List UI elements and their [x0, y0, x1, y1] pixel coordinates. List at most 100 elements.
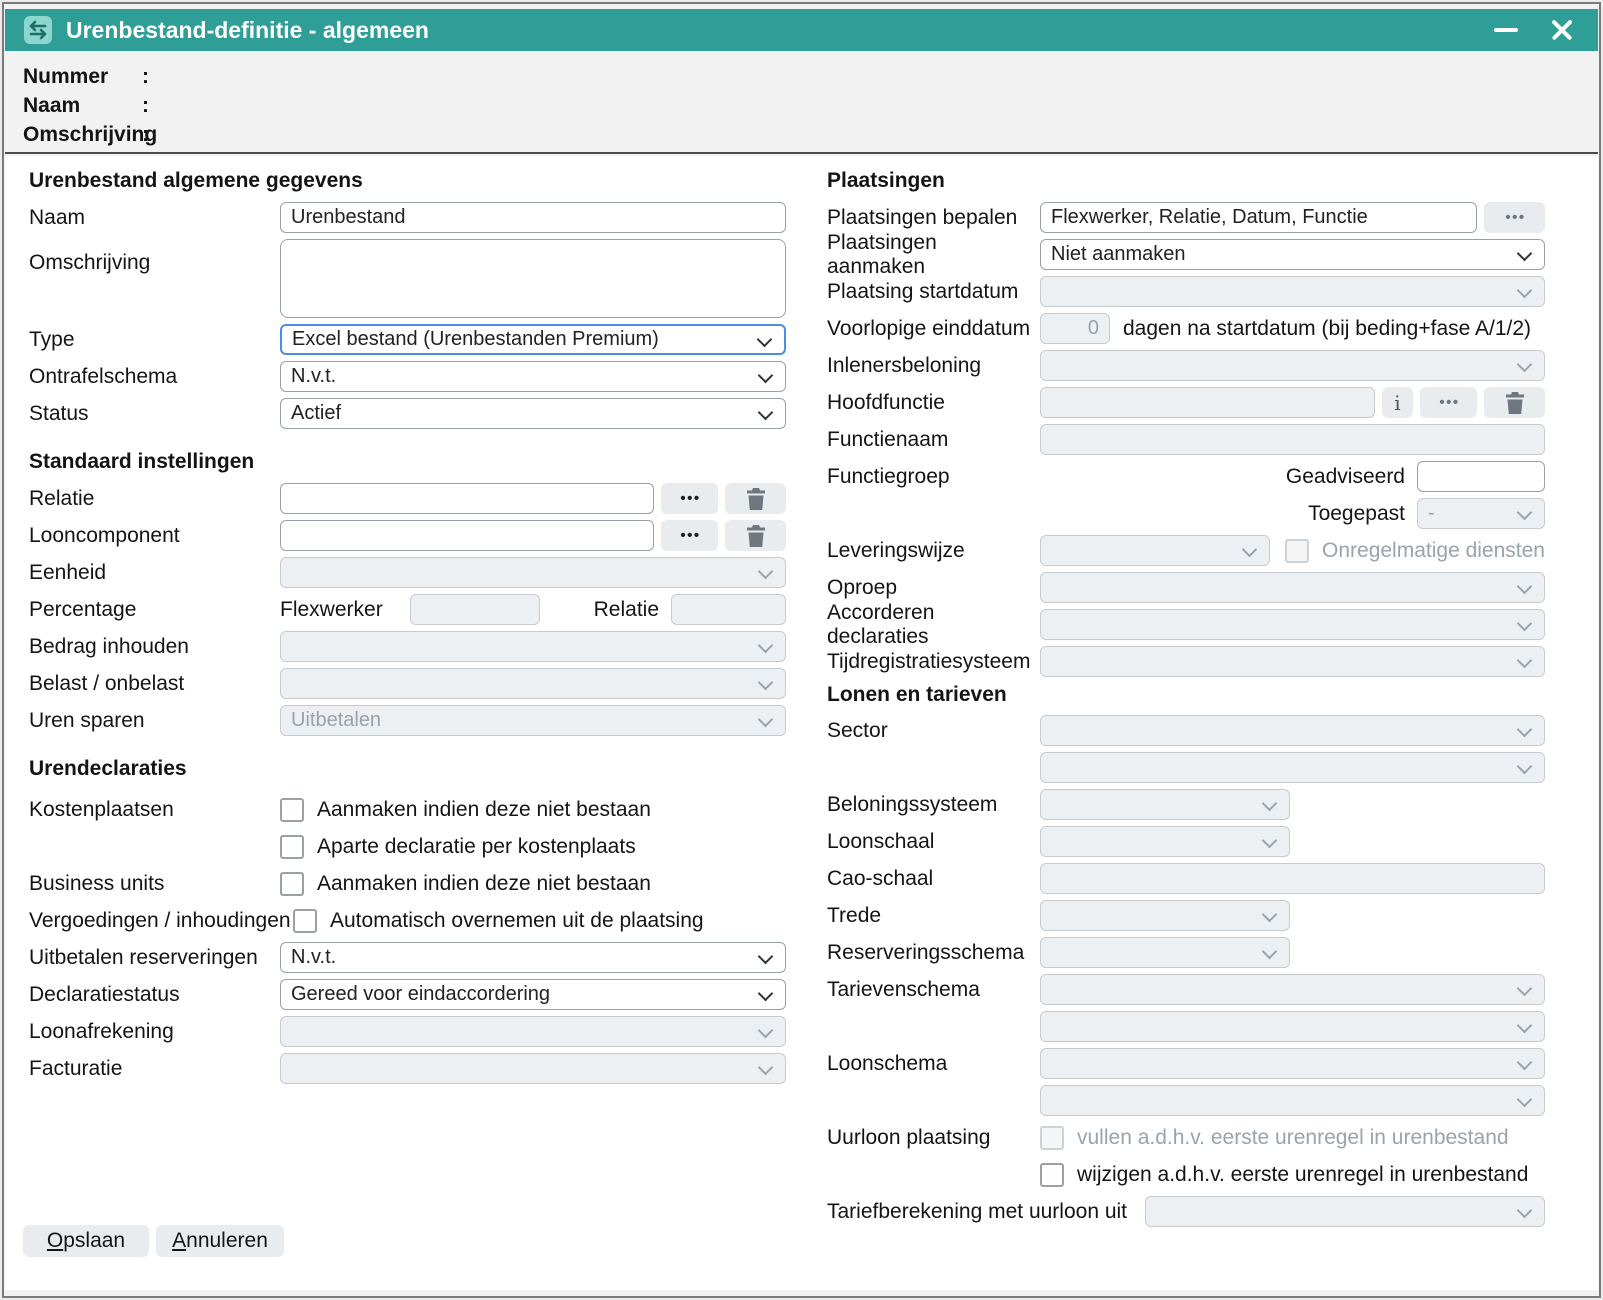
chevron-down-icon [1517, 981, 1533, 997]
status-label: Status [29, 402, 280, 426]
chevron-down-icon [1517, 1092, 1533, 1108]
omschrijving-textarea[interactable] [280, 239, 786, 318]
leveringswijze-label: Leveringswijze [827, 539, 1040, 563]
row-uurloon-plaatsing-1: Uurloon plaatsing vullen a.d.h.v. eerste… [827, 1122, 1545, 1153]
row-trede: Trede [827, 900, 1545, 931]
close-button[interactable] [1544, 12, 1580, 48]
hoofdfunctie-delete-button[interactable] [1484, 387, 1545, 418]
row-loonschema-1: Loonschema [827, 1048, 1545, 1079]
looncomponent-delete-button[interactable] [725, 520, 786, 551]
cancel-button[interactable]: Annuleren [156, 1225, 284, 1257]
naam-input[interactable] [280, 202, 786, 233]
plaatsingen-aanmaken-select[interactable]: Niet aanmaken [1040, 239, 1545, 270]
uurloon-wijzigen-checkbox[interactable] [1040, 1163, 1064, 1187]
row-tarievenschema-2 [827, 1011, 1545, 1042]
omschrijving-label: Omschrijving [29, 239, 280, 275]
vergoedingen-overnemen-checkbox[interactable] [293, 909, 317, 933]
dialog-window: Urenbestand-definitie - algemeen Nummer … [2, 2, 1601, 1298]
toegepast-label: Toegepast [1308, 502, 1405, 526]
chevron-down-icon [1517, 1203, 1533, 1219]
vergoedingen-label: Vergoedingen / inhoudingen [29, 909, 293, 933]
chevron-down-icon [1517, 653, 1533, 669]
chevron-down-icon [1517, 505, 1533, 521]
belast-onbelast-label: Belast / onbelast [29, 672, 280, 696]
relatie-input[interactable] [280, 483, 654, 514]
minimize-icon [1494, 28, 1518, 32]
omschrijving-header-label: Omschrijving [23, 123, 142, 147]
aparte-declaratie-checkbox[interactable] [280, 835, 304, 859]
oproep-label: Oproep [827, 576, 1040, 600]
chevron-down-icon [758, 405, 774, 421]
loonafrekening-label: Loonafrekening [29, 1020, 280, 1044]
declaratiestatus-select[interactable]: Gereed voor eindaccordering [280, 979, 786, 1010]
tarievenschema-select-2 [1040, 1011, 1545, 1042]
plaatsingen-bepalen-input[interactable] [1040, 202, 1477, 233]
eenheid-select [280, 557, 786, 588]
relatie-delete-button[interactable] [725, 483, 786, 514]
ontrafelschema-label: Ontrafelschema [29, 365, 280, 389]
chevron-down-icon [1517, 357, 1533, 373]
kostenplaatsen-label: Kostenplaatsen [29, 798, 280, 822]
chevron-down-icon [1517, 579, 1533, 595]
loonschaal-label: Loonschaal [827, 830, 1040, 854]
section-title-standaard: Standaard instellingen [29, 450, 786, 474]
uurloon-vullen-checkbox [1040, 1126, 1064, 1150]
tariefberekening-select [1145, 1196, 1545, 1227]
looncomponent-browse-button[interactable]: ••• [661, 520, 718, 551]
row-accorderen-declaraties: Accorderen declaraties [827, 609, 1545, 640]
ontrafelschema-select[interactable]: N.v.t. [280, 361, 786, 392]
window-title: Urenbestand-definitie - algemeen [66, 17, 1488, 44]
loonschema-select-2 [1040, 1085, 1545, 1116]
row-beloningssysteem: Beloningssysteem [827, 789, 1545, 820]
row-plaatsingen-bepalen: Plaatsingen bepalen ••• [827, 202, 1545, 233]
reserveringsschema-label: Reserveringsschema [827, 941, 1040, 965]
relatie-browse-button[interactable]: ••• [661, 483, 718, 514]
ellipsis-icon: ••• [1437, 395, 1459, 410]
row-naam: Naam [29, 202, 786, 233]
naam-separator: : [142, 94, 149, 118]
functiegroep-label: Functiegroep [827, 465, 1040, 489]
minimize-button[interactable] [1488, 12, 1524, 48]
uren-sparen-label: Uren sparen [29, 709, 280, 733]
chevron-down-icon [758, 712, 774, 728]
row-inlenersbeloning: Inlenersbeloning [827, 350, 1545, 381]
looncomponent-label: Looncomponent [29, 524, 280, 548]
uurloon-wijzigen-label: wijzigen a.d.h.v. eerste urenregel in ur… [1077, 1163, 1528, 1187]
row-kostenplaatsen-1: Kostenplaatsen Aanmaken indien deze niet… [29, 794, 786, 825]
eenheid-label: Eenheid [29, 561, 280, 585]
type-select[interactable]: Excel bestand (Urenbestanden Premium) [280, 324, 786, 355]
app-icon [23, 15, 53, 45]
chevron-down-icon [1242, 542, 1258, 558]
voorlopige-einddatum-suffix: dagen na startdatum (bij beding+fase A/1… [1123, 317, 1531, 341]
geadviseerd-input[interactable] [1417, 461, 1545, 492]
vergoedingen-overnemen-label: Automatisch overnemen uit de plaatsing [330, 909, 704, 933]
percentage-relatie-input [671, 594, 786, 625]
kostenplaatsen-aanmaken-checkbox[interactable] [280, 798, 304, 822]
chevron-down-icon [758, 986, 774, 1002]
row-tariefberekening: Tariefberekening met uurloon uit [827, 1196, 1545, 1227]
cao-schaal-input [1040, 863, 1545, 894]
tariefberekening-label: Tariefberekening met uurloon uit [827, 1200, 1145, 1224]
loonafrekening-select [280, 1016, 786, 1047]
plaatsingen-bepalen-browse-button[interactable]: ••• [1484, 202, 1545, 233]
row-percentage: Percentage Flexwerker Relatie [29, 594, 786, 625]
kostenplaatsen-aanmaken-label: Aanmaken indien deze niet bestaan [317, 798, 651, 822]
geadviseerd-label: Geadviseerd [1286, 465, 1405, 489]
looncomponent-input[interactable] [280, 520, 654, 551]
save-button[interactable]: Opslaan [23, 1225, 149, 1257]
plaatsingen-bepalen-label: Plaatsingen bepalen [827, 206, 1040, 230]
tarievenschema-select-1 [1040, 974, 1545, 1005]
hoofdfunctie-info-button[interactable]: i [1382, 387, 1413, 418]
status-select[interactable]: Actief [280, 398, 786, 429]
row-loonafrekening: Loonafrekening [29, 1016, 786, 1047]
naam-label: Naam [29, 206, 280, 230]
row-hoofdfunctie: Hoofdfunctie i ••• [827, 387, 1545, 418]
row-sector-1: Sector [827, 715, 1545, 746]
record-header: Nummer : Naam : Omschrijving : [5, 51, 1598, 154]
chevron-down-icon [1262, 833, 1278, 849]
reserveringsschema-select [1040, 937, 1290, 968]
uitbetalen-reserveringen-select[interactable]: N.v.t. [280, 942, 786, 973]
business-units-aanmaken-checkbox[interactable] [280, 872, 304, 896]
inlenersbeloning-label: Inlenersbeloning [827, 354, 1040, 378]
hoofdfunctie-browse-button[interactable]: ••• [1420, 387, 1477, 418]
